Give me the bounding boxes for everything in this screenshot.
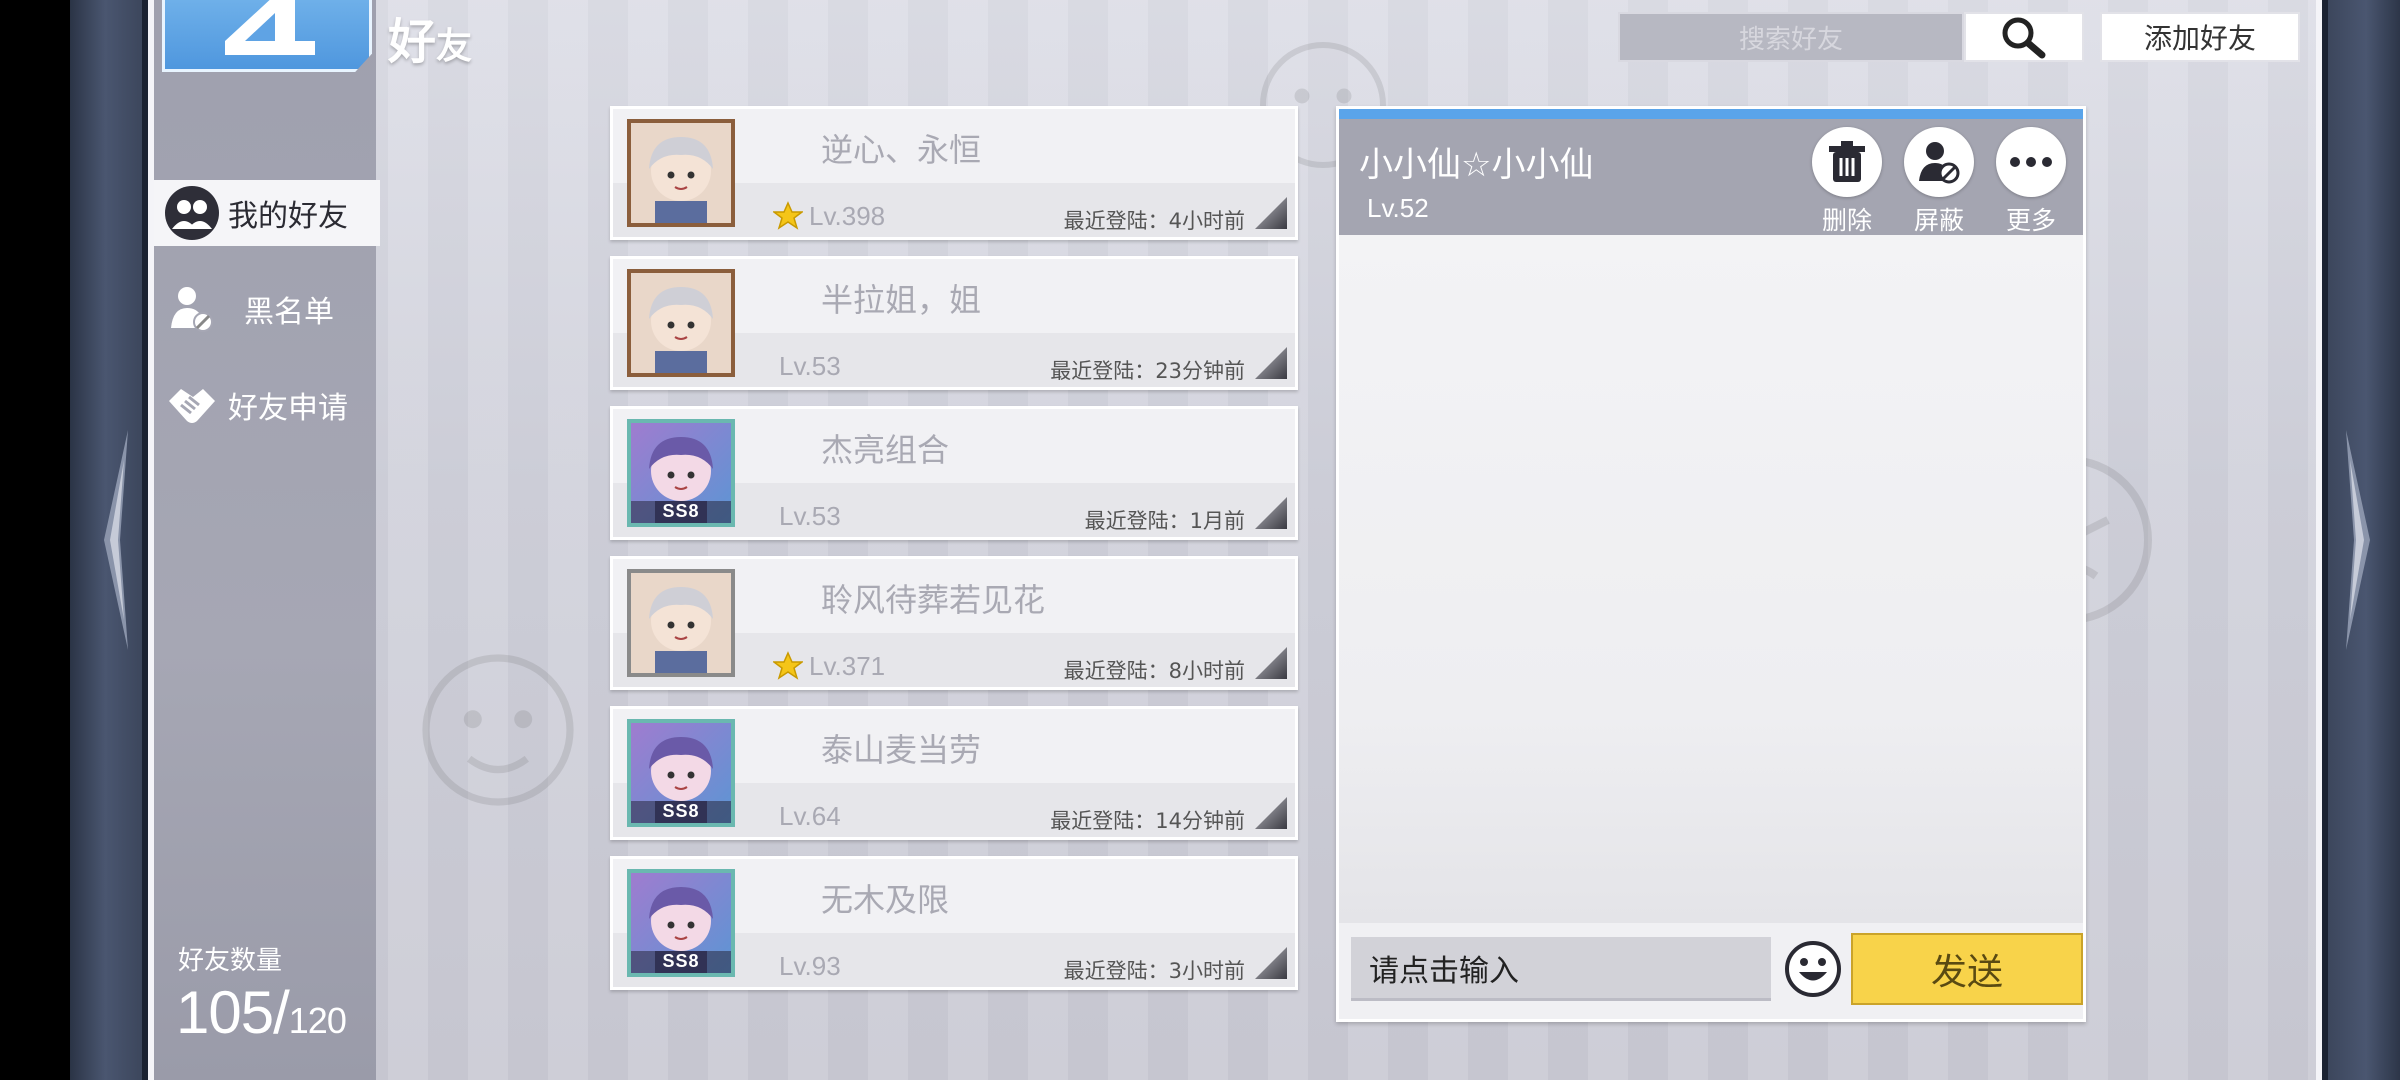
- friend-avatar[interactable]: [627, 569, 735, 677]
- friend-avatar[interactable]: SS8: [627, 719, 735, 827]
- friend-last-login: 最近登陆：1月前: [1084, 509, 1245, 533]
- block-friend-button[interactable]: 屏蔽: [1901, 127, 1977, 237]
- ss8-badge: SS8: [631, 801, 731, 823]
- friend-name: 杰亮组合: [821, 431, 950, 469]
- character-portrait-icon: [649, 287, 713, 373]
- add-friend-button[interactable]: 添加好友: [2100, 12, 2300, 62]
- screen-border: [2316, 0, 2322, 1080]
- block-label: 屏蔽: [1913, 206, 1964, 235]
- chat-friend-name: 小小仙☆小小仙: [1359, 145, 1594, 185]
- chat-footer: 请点击输入 发送: [1339, 923, 2083, 1019]
- friend-level: Lv.93: [779, 951, 841, 981]
- chat-header: 小小仙☆小小仙 Lv.52 删除 屏蔽 更多: [1339, 119, 2083, 235]
- friend-last-login: 最近登陆：4小时前: [1063, 209, 1245, 233]
- friends-screen: 我的好友 黑名单 好友申请 好友数量 105/120 好友 搜索好友 添加好友 …: [148, 0, 2322, 1080]
- trash-icon: [1812, 127, 1882, 197]
- chat-accent-bar: [1339, 109, 2083, 119]
- right-edge-arrow-icon: [2336, 430, 2376, 650]
- friend-avatar[interactable]: SS8: [627, 419, 735, 527]
- page-title: 好友: [388, 2, 472, 72]
- sidebar-item-label: 我的好友: [228, 199, 348, 234]
- friend-name: 半拉姐，姐: [821, 281, 982, 319]
- friend-level: Lv.64: [779, 801, 841, 831]
- corner-triangle-icon: [1255, 947, 1287, 979]
- delete-label: 删除: [1821, 206, 1872, 235]
- star-icon: [771, 651, 805, 681]
- block-user-icon: [1904, 127, 1974, 197]
- chat-input[interactable]: 请点击输入: [1351, 937, 1771, 1001]
- sidebar-item-label: 黑名单: [244, 295, 334, 330]
- search-button[interactable]: [1964, 12, 2084, 62]
- page-title-main: 好: [388, 14, 437, 70]
- chat-friend-level: Lv.52: [1367, 193, 1429, 223]
- friend-count-value: 105/120: [176, 978, 347, 1047]
- right-frame: [2322, 0, 2400, 1080]
- friend-card[interactable]: SS8 杰亮组合 Lv.53 最近登陆：1月前: [610, 406, 1298, 540]
- friend-count-max: 120: [288, 1000, 347, 1041]
- friend-count-title: 好友数量: [178, 946, 283, 976]
- sidebar-item-my-friends[interactable]: 我的好友: [154, 180, 380, 246]
- chat-message-area[interactable]: [1339, 235, 2083, 923]
- friend-card[interactable]: 半拉姐，姐 Lv.53 最近登陆：23分钟前: [610, 256, 1298, 390]
- friends-icon: [164, 185, 220, 241]
- friend-avatar[interactable]: [627, 269, 735, 377]
- block-user-icon: [164, 281, 220, 337]
- left-frame: [70, 0, 148, 1080]
- logo-icon: [225, 0, 315, 55]
- search-input[interactable]: 搜索好友: [1618, 12, 1964, 62]
- star-icon: [771, 201, 805, 231]
- left-edge-arrow-icon: [98, 430, 138, 650]
- friend-last-login: 最近登陆：23分钟前: [1050, 359, 1245, 383]
- friend-avatar[interactable]: [627, 119, 735, 227]
- friend-card[interactable]: SS8 泰山麦当劳 Lv.64 最近登陆：14分钟前: [610, 706, 1298, 840]
- corner-triangle-icon: [1255, 647, 1287, 679]
- friend-avatar[interactable]: SS8: [627, 869, 735, 977]
- chat-panel: 小小仙☆小小仙 Lv.52 删除 屏蔽 更多 请点击输入 发送: [1336, 106, 2086, 1022]
- more-options-button[interactable]: 更多: [1993, 127, 2069, 237]
- logo-badge: [162, 0, 372, 72]
- friend-name: 泰山麦当劳: [821, 731, 982, 769]
- character-portrait-icon: [649, 137, 713, 223]
- search-icon: [2002, 17, 2046, 59]
- friend-last-login: 最近登陆：3小时前: [1063, 959, 1245, 983]
- friend-level: Lv.398: [809, 201, 886, 231]
- more-label: 更多: [2005, 206, 2056, 235]
- delete-friend-button[interactable]: 删除: [1809, 127, 1885, 237]
- friend-level: Lv.53: [779, 501, 841, 531]
- friend-name: 无木及限: [821, 881, 950, 919]
- sidebar-item-blacklist[interactable]: 黑名单: [154, 276, 376, 342]
- sidebar-item-label: 好友申请: [228, 391, 348, 426]
- friend-name: 逆心、永恒: [821, 131, 982, 169]
- emoji-icon: [1785, 941, 1841, 997]
- friend-level: Lv.371: [809, 651, 886, 681]
- page-title-sub: 友: [436, 26, 473, 67]
- friend-card[interactable]: SS8 无木及限 Lv.93 最近登陆：3小时前: [610, 856, 1298, 990]
- friend-last-login: 最近登陆：14分钟前: [1050, 809, 1245, 833]
- friend-count-current: 105/: [176, 979, 290, 1046]
- friend-last-login: 最近登陆：8小时前: [1063, 659, 1245, 683]
- character-portrait-icon: [649, 587, 713, 673]
- corner-triangle-icon: [1255, 497, 1287, 529]
- friend-level: Lv.53: [779, 351, 841, 381]
- ss8-badge: SS8: [631, 501, 731, 523]
- background-doodle: [422, 654, 574, 806]
- friend-name: 聆风待葬若见花: [821, 581, 1046, 619]
- send-button[interactable]: 发送: [1851, 933, 2083, 1005]
- corner-triangle-icon: [1255, 797, 1287, 829]
- sidebar: 我的好友 黑名单 好友申请 好友数量 105/120: [154, 0, 380, 1080]
- friend-card[interactable]: 逆心、永恒 Lv.398 最近登陆：4小时前: [610, 106, 1298, 240]
- handshake-icon: [164, 377, 220, 433]
- corner-triangle-icon: [1255, 347, 1287, 379]
- screen-border: [148, 0, 154, 1080]
- corner-triangle-icon: [1255, 197, 1287, 229]
- emoji-button[interactable]: [1783, 939, 1843, 999]
- sidebar-item-friend-requests[interactable]: 好友申请: [154, 372, 376, 438]
- more-icon: [1996, 127, 2066, 197]
- friend-card[interactable]: 聆风待葬若见花 Lv.371 最近登陆：8小时前: [610, 556, 1298, 690]
- ss8-badge: SS8: [631, 951, 731, 973]
